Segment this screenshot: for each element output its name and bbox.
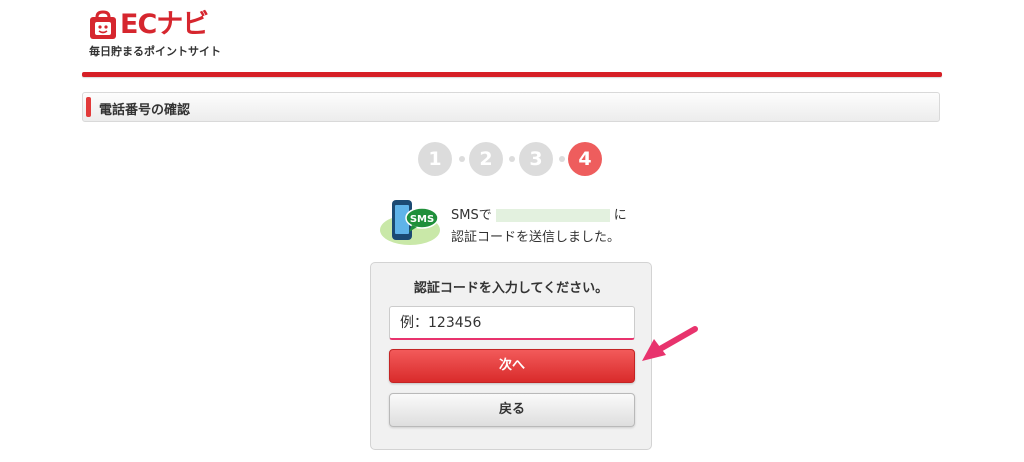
heading-accent-bar: [86, 97, 91, 117]
logo-tagline: 毎日貯まるポイントサイト: [89, 45, 221, 58]
masked-phone-number: [495, 209, 610, 222]
step-4-current: 4: [568, 142, 602, 176]
site-logo[interactable]: ECナビ 毎日貯まるポイントサイト: [88, 9, 288, 59]
sms-sent-text: 認証コードを送信しました。: [451, 230, 621, 245]
step-indicator: 1 2 3 4: [418, 142, 608, 176]
verification-form: 認証コードを入力してください。 次へ 戻る: [370, 262, 652, 450]
next-button[interactable]: 次へ: [389, 349, 635, 383]
shopping-bag-logo-icon: [90, 10, 116, 39]
step-separator-dot: [509, 156, 515, 162]
smartphone-sms-icon: SMS: [380, 200, 440, 245]
sms-icon-label: SMS: [410, 214, 434, 225]
section-heading: 電話番号の確認: [82, 92, 940, 122]
page-title: 電話番号の確認: [99, 103, 191, 118]
sms-prefix-text: SMSで: [451, 208, 492, 223]
header-divider: [82, 72, 942, 77]
back-button[interactable]: 戻る: [389, 393, 635, 427]
sms-sent-message: SMSで に 認証コードを送信しました。: [451, 205, 627, 249]
verification-code-input[interactable]: [389, 306, 635, 340]
step-separator-dot: [559, 156, 565, 162]
pointer-arrow-icon: [642, 326, 698, 361]
step-separator-dot: [459, 156, 465, 162]
step-2: 2: [469, 142, 503, 176]
sms-suffix-text: に: [613, 208, 627, 223]
step-1: 1: [418, 142, 452, 176]
step-3: 3: [519, 142, 553, 176]
form-heading: 認証コードを入力してください。: [413, 281, 609, 296]
logo-wordmark: ECナビ: [120, 9, 209, 40]
